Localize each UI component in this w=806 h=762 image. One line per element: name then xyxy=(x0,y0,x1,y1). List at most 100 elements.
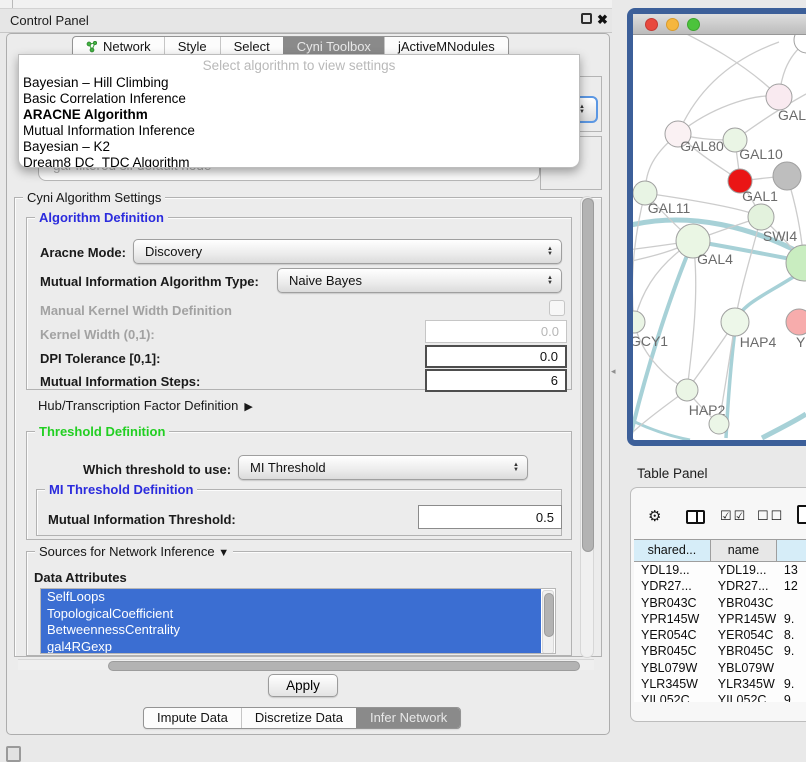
table-cell: 12 xyxy=(777,578,806,594)
attribute-item[interactable]: BetweennessCentrality xyxy=(41,622,541,639)
tab-impute-data[interactable]: Impute Data xyxy=(144,708,241,728)
attribute-item[interactable]: gal4RGexp xyxy=(41,639,541,655)
table-cell: 9. xyxy=(777,643,806,659)
deselect-all-checkboxes-icon[interactable]: ☐☐ xyxy=(757,508,784,524)
manual-kernel-checkbox[interactable] xyxy=(549,300,565,316)
table-cell: YDL19... xyxy=(634,562,711,578)
hub-section-toggle[interactable]: Hub/Transcription Factor Definition▶ xyxy=(38,398,253,414)
table-cell: 9. xyxy=(777,676,806,692)
network-node[interactable] xyxy=(676,379,698,401)
network-node-label: GCY1 xyxy=(633,333,668,349)
table-row[interactable]: YDR27...YDR27...12 xyxy=(634,578,806,594)
table-cell xyxy=(777,660,806,676)
network-edge[interactable] xyxy=(633,193,645,322)
dpi-tolerance-field[interactable]: 0.0 xyxy=(425,345,567,368)
table-header: shared... name xyxy=(634,539,806,562)
minimize-window-icon[interactable] xyxy=(666,18,679,31)
table-row[interactable]: YBR045CYBR045C9. xyxy=(634,643,806,659)
mi-algorithm-type-label: Mutual Information Algorithm Type: xyxy=(40,274,259,289)
network-node[interactable] xyxy=(709,414,729,434)
network-edge[interactable] xyxy=(762,414,806,438)
close-window-icon[interactable] xyxy=(645,18,658,31)
table-cell: YDR27... xyxy=(634,578,711,594)
algorithm-option[interactable]: Bayesian – Hill Climbing xyxy=(19,75,579,91)
settings-vertical-scrollbar[interactable] xyxy=(580,196,594,658)
mi-threshold-field[interactable]: 0.5 xyxy=(418,505,562,529)
algorithm-dropdown-placeholder: Select algorithm to view settings xyxy=(19,58,579,73)
select-all-checkboxes-icon[interactable]: ☑☑ xyxy=(720,508,747,524)
network-node[interactable] xyxy=(794,35,806,53)
kernel-width-label: Kernel Width (0,1): xyxy=(40,327,155,342)
data-attributes-list[interactable]: SelfLoopsTopologicalCoefficientBetweenne… xyxy=(40,588,556,654)
table-cell: YBR043C xyxy=(711,595,777,611)
table-cell: YDL19... xyxy=(711,562,777,578)
network-edge[interactable] xyxy=(687,241,696,390)
page-icon[interactable] xyxy=(797,505,806,524)
attribute-item[interactable]: SelfLoops xyxy=(41,589,541,606)
table-settings-gear-icon[interactable]: ⚙ xyxy=(648,507,661,525)
apply-button[interactable]: Apply xyxy=(268,674,338,697)
mi-algorithm-type-select[interactable]: Naive Bayes ▲▼ xyxy=(277,268,562,293)
attribute-item[interactable]: TopologicalCoefficient xyxy=(41,606,541,623)
table-cell: YIL052C xyxy=(711,692,777,702)
network-canvas[interactable]: GALGAL80GAL10GAL1GAL11GAL4SWI4GCY1HAP4YH… xyxy=(633,35,806,440)
table-row[interactable]: YPR145WYPR145W9. xyxy=(634,611,806,627)
network-node-label: GAL4 xyxy=(697,251,733,267)
network-node[interactable] xyxy=(786,245,806,281)
float-panel-icon[interactable] xyxy=(581,13,592,24)
attributes-scrollbar[interactable] xyxy=(542,590,554,654)
table-cell: 9 xyxy=(777,692,806,702)
kernel-width-field[interactable]: 0.0 xyxy=(425,320,567,343)
table-row[interactable]: YER054CYER054C8. xyxy=(634,627,806,643)
algorithm-option[interactable]: Bayesian – K2 xyxy=(19,139,579,155)
split-pane-grip[interactable]: ◂ xyxy=(611,366,616,377)
network-edge[interactable] xyxy=(678,96,779,134)
mi-threshold-definition-title: MI Threshold Definition xyxy=(45,482,197,497)
table-cell: YER054C xyxy=(634,627,711,643)
network-window-titlebar[interactable] xyxy=(633,14,806,35)
algorithm-option[interactable]: Dream8 DC_TDC Algorithm xyxy=(19,155,579,168)
algorithm-option[interactable]: Basic Correlation Inference xyxy=(19,91,579,107)
split-columns-icon[interactable] xyxy=(686,510,705,524)
table-cell: YLR345W xyxy=(711,676,777,692)
attr-items: SelfLoopsTopologicalCoefficientBetweenne… xyxy=(41,589,541,654)
table-cell: YDR27... xyxy=(711,578,777,594)
network-node[interactable] xyxy=(748,204,774,230)
minimized-panel-icon[interactable] xyxy=(6,746,21,762)
column-header-name[interactable]: name xyxy=(711,540,777,561)
which-threshold-label: Which threshold to use: xyxy=(83,462,231,477)
settings-horizontal-scrollbar[interactable] xyxy=(18,659,594,670)
network-node[interactable] xyxy=(721,308,749,336)
top-strip xyxy=(0,0,612,8)
which-threshold-select[interactable]: MI Threshold ▲▼ xyxy=(238,455,528,480)
table-row[interactable]: YDL19...YDL19...13 xyxy=(634,562,806,578)
close-panel-icon[interactable]: ✖ xyxy=(597,9,608,31)
table-row[interactable]: YBL079WYBL079W xyxy=(634,660,806,676)
table-body[interactable]: YDL19...YDL19...13YDR27...YDR27...12YBR0… xyxy=(634,562,806,702)
network-edge[interactable] xyxy=(665,35,779,97)
algorithm-option[interactable]: ARACNE Algorithm xyxy=(19,107,579,123)
screen: Control Panel ✖ Network Style Select Cyn… xyxy=(0,0,806,762)
column-header-partial[interactable] xyxy=(777,540,806,561)
zoom-window-icon[interactable] xyxy=(687,18,700,31)
table-row[interactable]: YLR345WYLR345W9. xyxy=(634,676,806,692)
network-node[interactable] xyxy=(633,311,645,333)
network-node[interactable] xyxy=(773,162,801,190)
algorithm-option[interactable]: Mutual Information Inference xyxy=(19,123,579,139)
column-header-shared-name[interactable]: shared... xyxy=(634,540,711,561)
sources-title[interactable]: Sources for Network Inference ▼ xyxy=(35,544,233,561)
table-cell: 13 xyxy=(777,562,806,578)
mi-steps-field[interactable]: 6 xyxy=(425,369,567,392)
table-cell: YBL079W xyxy=(711,660,777,676)
network-node[interactable] xyxy=(786,309,806,335)
data-attributes-label: Data Attributes xyxy=(34,570,127,585)
table-row[interactable]: YBR043CYBR043C xyxy=(634,595,806,611)
network-edge[interactable] xyxy=(633,418,690,440)
control-panel-title: Control Panel xyxy=(10,13,89,28)
tab-discretize-data[interactable]: Discretize Data xyxy=(241,708,356,728)
tab-infer-network[interactable]: Infer Network xyxy=(356,708,460,728)
table-row[interactable]: YIL052CYIL052C9 xyxy=(634,692,806,702)
aracne-mode-select[interactable]: Discovery ▲▼ xyxy=(133,239,562,264)
table-panel-title: Table Panel xyxy=(637,466,708,481)
table-cell: YPR145W xyxy=(711,611,777,627)
